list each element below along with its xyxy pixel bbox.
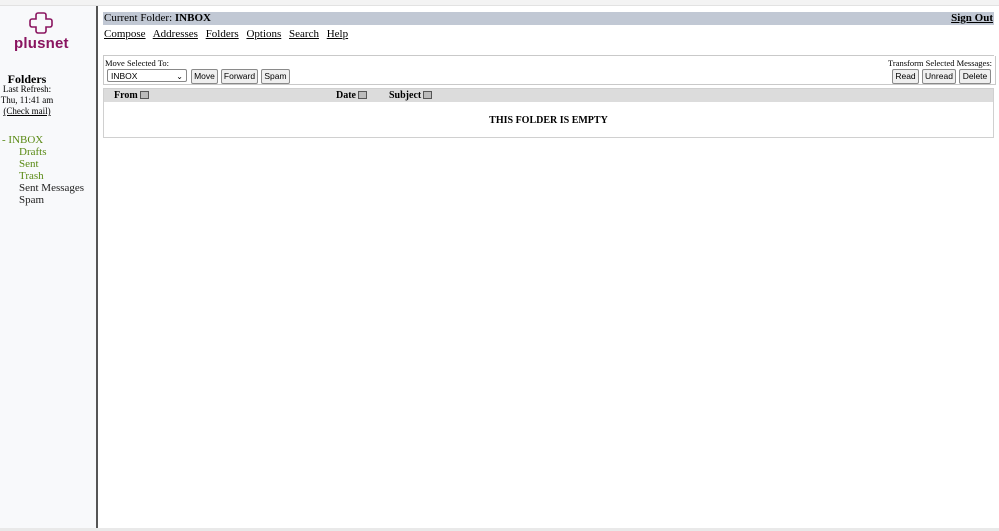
- sort-icon[interactable]: [423, 90, 433, 99]
- current-folder: Current Folder: INBOX: [104, 12, 211, 25]
- current-folder-bar: Current Folder: INBOX Sign Out: [103, 12, 994, 25]
- folder-item-sent-messages[interactable]: Sent Messages: [2, 182, 84, 194]
- current-folder-label: Current Folder:: [104, 12, 173, 24]
- menu-options[interactable]: Options: [246, 28, 281, 40]
- folder-item-sent[interactable]: Sent: [2, 158, 84, 170]
- transform-selected-label: Transform Selected Messages:: [887, 58, 992, 68]
- menu-addresses[interactable]: Addresses: [153, 28, 198, 40]
- folder-label: INBOX: [8, 134, 44, 146]
- move-folder-select[interactable]: INBOX ⌄: [107, 69, 187, 82]
- message-table: From Date Subject THIS FOLDER IS EMPTY: [103, 88, 994, 138]
- column-date-label: Date: [336, 90, 356, 101]
- last-refresh-time: Thu, 11:41 am: [0, 95, 54, 105]
- column-date[interactable]: Date: [336, 89, 367, 102]
- column-from-label: From: [114, 90, 138, 101]
- move-button[interactable]: Move: [191, 69, 218, 84]
- left-pane: plusnet Folders Last Refresh: Thu, 11:41…: [0, 6, 98, 528]
- menu-help[interactable]: Help: [327, 28, 348, 40]
- move-selected-label: Move Selected To:: [105, 58, 169, 68]
- plusnet-cross-icon: [29, 12, 53, 34]
- menu-search[interactable]: Search: [289, 28, 319, 40]
- spam-button[interactable]: Spam: [261, 69, 290, 84]
- table-header: From Date Subject: [104, 89, 993, 102]
- column-subject[interactable]: Subject: [389, 89, 433, 102]
- main-menu: Compose Addresses Folders Options Search…: [104, 28, 353, 40]
- empty-folder-message: THIS FOLDER IS EMPTY: [489, 115, 608, 126]
- folder-item-trash[interactable]: Trash: [2, 170, 84, 182]
- column-subject-label: Subject: [389, 90, 422, 101]
- folder-item-inbox[interactable]: - INBOX: [2, 134, 84, 146]
- unread-button[interactable]: Unread: [922, 69, 956, 84]
- forward-button[interactable]: Forward: [221, 69, 258, 84]
- folder-item-spam[interactable]: Spam: [2, 194, 84, 206]
- column-from[interactable]: From: [114, 89, 149, 102]
- delete-button[interactable]: Delete: [959, 69, 991, 84]
- message-actions-bar: Move Selected To: INBOX ⌄ Move Forward S…: [103, 56, 996, 85]
- check-mail-link[interactable]: (Check mail): [3, 106, 50, 116]
- browser-top-strip: [0, 0, 999, 6]
- chevron-down-icon: ⌄: [176, 72, 183, 81]
- menu-folders[interactable]: Folders: [206, 28, 239, 40]
- menu-compose[interactable]: Compose: [104, 28, 146, 40]
- sign-out-link[interactable]: Sign Out: [951, 12, 993, 25]
- last-refresh-label: Last Refresh:: [2, 84, 52, 94]
- read-button[interactable]: Read: [892, 69, 919, 84]
- brand-name: plusnet: [14, 35, 69, 52]
- sort-icon[interactable]: [139, 90, 149, 99]
- move-folder-value: INBOX: [111, 71, 138, 81]
- folder-list: - INBOX Drafts Sent Trash Sent Messages …: [2, 134, 84, 206]
- refresh-info: Last Refresh: Thu, 11:41 am (Check mail): [0, 84, 54, 117]
- brand-logo[interactable]: plusnet: [14, 12, 69, 52]
- sort-icon[interactable]: [358, 90, 367, 99]
- current-folder-name: INBOX: [174, 12, 211, 24]
- folder-item-drafts[interactable]: Drafts: [2, 146, 84, 158]
